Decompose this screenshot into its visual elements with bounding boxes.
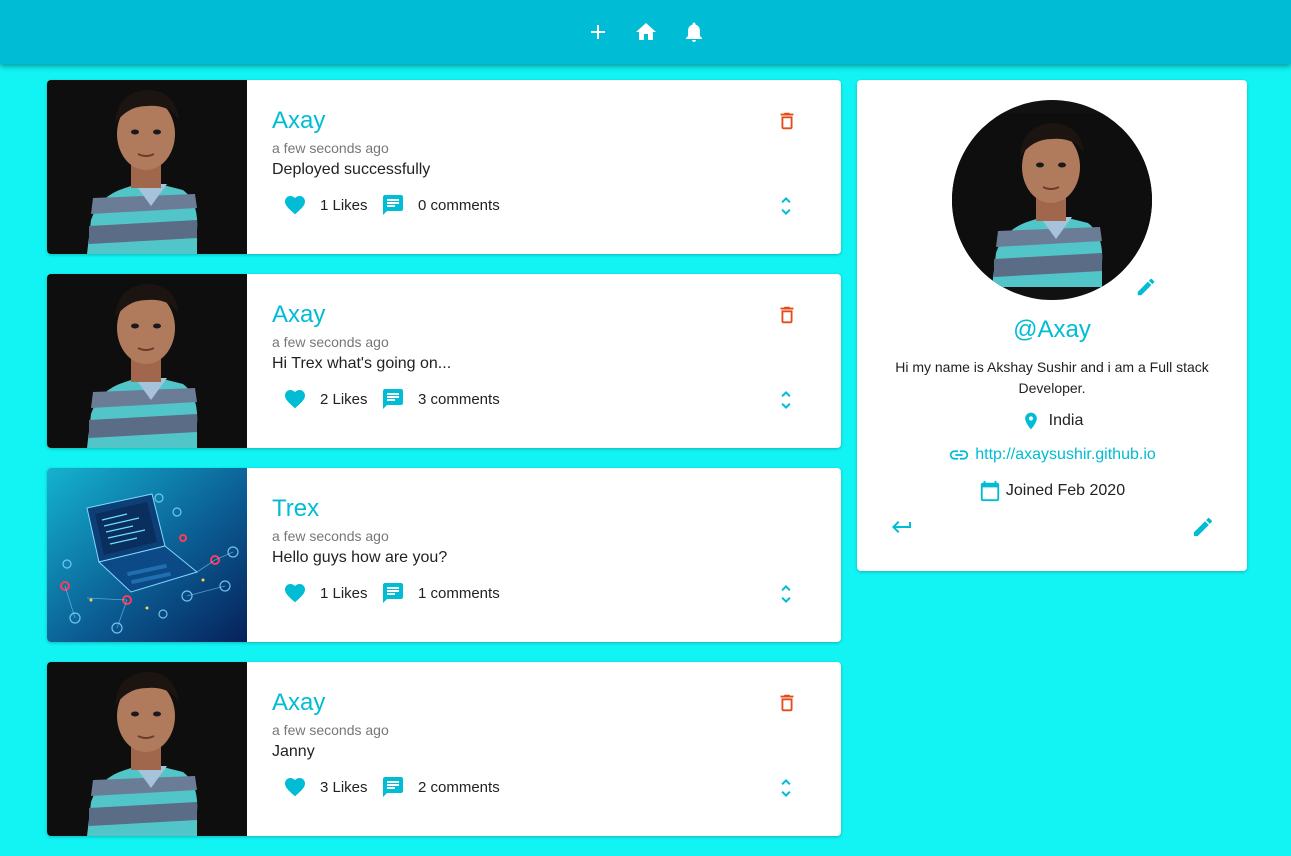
unfold-more-icon	[774, 582, 798, 606]
post-username-link[interactable]: Axay	[272, 301, 325, 329]
chat-icon	[381, 387, 405, 411]
delete-post-button[interactable]	[776, 692, 798, 714]
edit-avatar-button[interactable]	[1135, 276, 1157, 298]
link-icon	[950, 450, 969, 460]
profile-card: @Axay Hi my name is Akshay Sushir and i …	[857, 80, 1247, 571]
profile-website: http://axaysushir.github.io	[857, 444, 1247, 466]
post-image	[47, 274, 247, 448]
post-content: Axay a few seconds ago Hi Trex what's go…	[247, 274, 841, 448]
likes-count: 1 Likes	[320, 196, 368, 214]
profile-handle-link[interactable]: @Axay	[857, 316, 1247, 344]
post-username-link[interactable]: Axay	[272, 107, 325, 135]
profile-website-link[interactable]: http://axaysushir.github.io	[975, 446, 1156, 464]
expand-post-button[interactable]	[774, 194, 798, 218]
unfold-more-icon	[774, 194, 798, 218]
expand-post-button[interactable]	[774, 776, 798, 800]
app-bar	[0, 0, 1291, 64]
post-actions: 2 Likes 3 comments	[283, 387, 500, 411]
logout-button[interactable]	[890, 515, 914, 539]
post-content: Axay a few seconds ago Janny 3 Likes 2 c…	[247, 662, 841, 836]
comments-button[interactable]	[381, 193, 405, 217]
expand-post-button[interactable]	[774, 582, 798, 606]
user-photo	[47, 80, 247, 254]
user-photo	[952, 100, 1152, 300]
user-photo	[47, 274, 247, 448]
post-content: Axay a few seconds ago Deployed successf…	[247, 80, 841, 254]
chat-icon	[381, 193, 405, 217]
post-card: Axay a few seconds ago Hi Trex what's go…	[47, 274, 841, 448]
comments-button[interactable]	[381, 387, 405, 411]
heart-icon	[283, 387, 307, 411]
location-pin-icon	[1024, 412, 1037, 430]
post-username-link[interactable]: Trex	[272, 495, 319, 523]
post-timestamp: a few seconds ago	[272, 722, 389, 738]
delete-icon	[776, 692, 798, 714]
comments-count: 0 comments	[418, 196, 500, 214]
post-card: Trex a few seconds ago Hello guys how ar…	[47, 468, 841, 642]
chat-icon	[381, 775, 405, 799]
likes-count: 3 Likes	[320, 778, 368, 796]
laptop-network-image	[47, 468, 247, 642]
post-feed: Axay a few seconds ago Deployed successf…	[47, 80, 841, 856]
post-image	[47, 468, 247, 642]
heart-icon	[283, 775, 307, 799]
heart-icon	[283, 193, 307, 217]
post-body: Deployed successfully	[272, 161, 431, 178]
add-post-button[interactable]	[586, 20, 610, 44]
comments-count: 1 comments	[418, 584, 500, 602]
likes-count: 1 Likes	[320, 584, 368, 602]
delete-post-button[interactable]	[776, 110, 798, 132]
post-username-link[interactable]: Axay	[272, 689, 325, 717]
post-body: Hello guys how are you?	[272, 549, 448, 566]
profile-location: India	[857, 410, 1247, 432]
profile-bio: Hi my name is Akshay Sushir and i am a F…	[895, 359, 1209, 396]
calendar-icon	[980, 480, 1000, 502]
user-photo	[47, 662, 247, 836]
post-body: Hi Trex what's going on...	[272, 355, 452, 372]
likes-count: 2 Likes	[320, 390, 368, 408]
delete-post-button[interactable]	[776, 304, 798, 326]
post-body: Janny	[272, 743, 315, 760]
home-icon	[635, 23, 656, 40]
post-timestamp: a few seconds ago	[272, 528, 389, 544]
post-card: Axay a few seconds ago Janny 3 Likes 2 c…	[47, 662, 841, 836]
edit-profile-button[interactable]	[1191, 515, 1215, 539]
home-button[interactable]	[634, 20, 658, 44]
delete-icon	[776, 304, 798, 326]
profile-avatar	[952, 100, 1152, 300]
like-button[interactable]	[283, 775, 307, 799]
like-button[interactable]	[283, 387, 307, 411]
like-button[interactable]	[283, 581, 307, 605]
notifications-icon	[685, 22, 702, 42]
add-icon	[590, 25, 605, 39]
unfold-more-icon	[774, 776, 798, 800]
delete-icon	[776, 110, 798, 132]
post-actions: 1 Likes 0 comments	[283, 193, 500, 217]
chat-icon	[381, 581, 405, 605]
post-image	[47, 662, 247, 836]
unfold-more-icon	[774, 388, 798, 412]
post-actions: 1 Likes 1 comments	[283, 581, 500, 605]
edit-icon	[1137, 278, 1155, 296]
profile-location-text: India	[1048, 412, 1084, 429]
post-timestamp: a few seconds ago	[272, 140, 389, 156]
keyboard-return-icon	[892, 521, 911, 533]
post-content: Trex a few seconds ago Hello guys how ar…	[247, 468, 841, 642]
profile-joined-text: Joined Feb 2020	[1005, 482, 1126, 499]
like-button[interactable]	[283, 193, 307, 217]
profile-joined: Joined Feb 2020	[857, 479, 1247, 503]
post-timestamp: a few seconds ago	[272, 334, 389, 350]
comments-button[interactable]	[381, 775, 405, 799]
edit-icon	[1194, 517, 1213, 536]
post-actions: 3 Likes 2 comments	[283, 775, 500, 799]
post-image	[47, 80, 247, 254]
heart-icon	[283, 581, 307, 605]
comments-count: 2 comments	[418, 778, 500, 796]
notifications-button[interactable]	[682, 20, 706, 44]
comments-button[interactable]	[381, 581, 405, 605]
post-card: Axay a few seconds ago Deployed successf…	[47, 80, 841, 254]
expand-post-button[interactable]	[774, 388, 798, 412]
comments-count: 3 comments	[418, 390, 500, 408]
